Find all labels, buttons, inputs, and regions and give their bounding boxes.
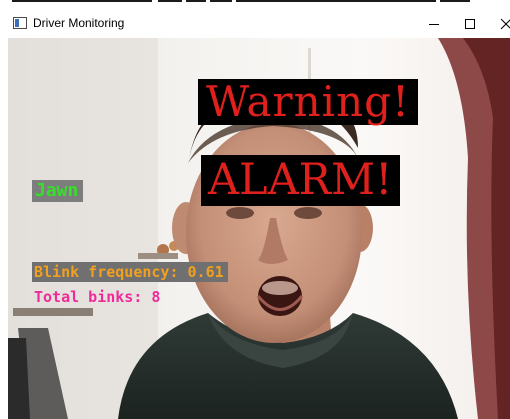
- camera-feed: Warning! ALARM! Jawn Blink frequency: 0.…: [8, 38, 510, 419]
- total-blinks-label: Total binks: 8: [34, 288, 161, 306]
- minimize-icon: [429, 24, 439, 25]
- maximize-button[interactable]: [452, 10, 488, 38]
- yawn-status-label: Jawn: [32, 180, 84, 202]
- blink-frequency-label: Blink frequency: 0.61: [32, 262, 228, 282]
- close-icon: [500, 18, 510, 30]
- taskbar-edge: [0, 0, 510, 10]
- close-button[interactable]: [488, 10, 510, 38]
- window-title: Driver Monitoring: [33, 16, 125, 30]
- title-bar[interactable]: Driver Monitoring: [0, 10, 510, 38]
- maximize-icon: [465, 19, 475, 29]
- alarm-alert-label: ALARM!: [201, 155, 401, 206]
- window-app-icon: [13, 17, 27, 29]
- warning-alert-label: Warning!: [198, 79, 418, 125]
- driver-monitoring-window: Driver Monitoring Warning! ALARM! Jawn B…: [0, 0, 510, 419]
- minimize-button[interactable]: [416, 10, 452, 38]
